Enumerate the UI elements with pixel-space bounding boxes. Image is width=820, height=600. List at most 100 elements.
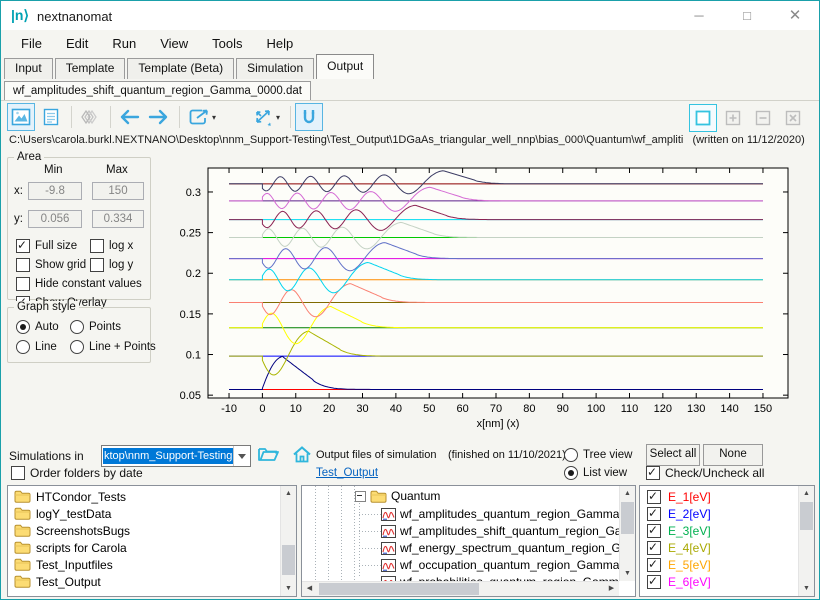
zoom-dropdown-caret[interactable]: ▾ <box>276 113 280 122</box>
simulation-folder-combobox[interactable]: ktop\nnm_Support-Testing <box>101 445 251 467</box>
tree-horizontal-scrollbar[interactable]: ◀ ▶ <box>302 581 619 596</box>
radio-line-points[interactable]: Line + Points <box>70 340 156 354</box>
select-all-button[interactable]: Select all <box>646 444 700 466</box>
folder-item-scripts-for-carola[interactable]: scripts for Carola <box>8 539 280 556</box>
list-view-radio-circle[interactable] <box>564 466 578 480</box>
scroll-right-arrow[interactable]: ▶ <box>604 582 619 596</box>
menu-item-view[interactable]: View <box>148 32 200 55</box>
overlay-new-button[interactable] <box>689 104 717 132</box>
none-button[interactable]: None <box>703 444 763 466</box>
scroll-down-arrow[interactable]: ▼ <box>799 581 814 596</box>
folder-item-logy-testdata[interactable]: logY_testData <box>8 505 280 522</box>
tab-output[interactable]: Output <box>316 54 374 79</box>
tree-file-wf-amplitudes-shift-quantum-region-gamma[interactable]: wf_amplitudes_shift_quantum_region_Gamma <box>381 523 619 539</box>
overlay-mode-button[interactable] <box>76 103 104 131</box>
radio-line[interactable]: Line <box>16 340 57 354</box>
tab-template[interactable]: Template <box>55 58 126 79</box>
previous-file-button[interactable] <box>115 103 143 131</box>
checkbox-box-log-y[interactable] <box>90 258 104 272</box>
checkbox-box-hide-constant-values[interactable] <box>16 277 30 291</box>
overlay-add-button[interactable] <box>719 104 747 132</box>
text-view-button[interactable] <box>37 103 65 131</box>
tree-view-radio[interactable]: Tree view <box>564 448 632 462</box>
scrollbar-thumb[interactable] <box>800 502 813 530</box>
checkbox-log-y[interactable]: log y <box>90 258 133 272</box>
y-max-field[interactable]: 0.334 <box>92 210 144 228</box>
legend-checkbox-e-3-ev[interactable] <box>647 524 661 538</box>
legend-item-e-6-ev[interactable]: E_6[eV] <box>640 573 798 590</box>
snap-magnet-button[interactable] <box>295 103 323 131</box>
close-button[interactable]: ✕ <box>779 5 811 27</box>
menu-item-run[interactable]: Run <box>100 32 148 55</box>
scroll-left-arrow[interactable]: ◀ <box>302 582 317 596</box>
folders-vertical-scrollbar[interactable]: ▲ ▼ <box>280 486 296 596</box>
browse-folder-button[interactable] <box>255 443 281 465</box>
legend-item-e-1-ev[interactable]: E_1[eV] <box>640 488 798 505</box>
menu-item-file[interactable]: File <box>9 32 54 55</box>
menu-item-edit[interactable]: Edit <box>54 32 100 55</box>
tree-view-radio-circle[interactable] <box>564 448 578 462</box>
tab-simulation[interactable]: Simulation <box>236 58 314 79</box>
scroll-up-arrow[interactable]: ▲ <box>799 486 814 501</box>
checkbox-log-x[interactable]: log x <box>90 239 133 253</box>
x-max-field[interactable]: 150 <box>92 182 144 200</box>
folder-item-test-output[interactable]: Test_Output <box>8 573 280 590</box>
plot-canvas[interactable]: -100102030405060708090100110120130140150… <box>151 158 817 441</box>
order-folders-checkbox[interactable]: Order folders by date <box>11 466 143 480</box>
home-folder-button[interactable] <box>289 443 315 465</box>
scroll-down-arrow[interactable]: ▼ <box>281 581 296 596</box>
tab-input[interactable]: Input <box>4 58 53 79</box>
legend-item-e-2-ev[interactable]: E_2[eV] <box>640 505 798 522</box>
radio-circle-line-points[interactable] <box>70 340 84 354</box>
scroll-up-arrow[interactable]: ▲ <box>620 486 635 501</box>
radio-circle-auto[interactable] <box>16 320 30 334</box>
list-view-radio[interactable]: List view <box>564 466 627 480</box>
scrollbar-thumb[interactable] <box>621 502 634 534</box>
tree-file-wf-amplitudes-quantum-region-gamma-000[interactable]: wf_amplitudes_quantum_region_Gamma_000 <box>381 506 619 522</box>
combobox-dropdown-arrow[interactable] <box>233 446 250 466</box>
check-uncheck-all-box[interactable] <box>646 466 660 480</box>
tree-vertical-scrollbar[interactable]: ▲ ▼ <box>619 486 635 581</box>
legend-vertical-scrollbar[interactable]: ▲ ▼ <box>798 486 814 596</box>
checkbox-full-size[interactable]: Full size <box>16 239 77 253</box>
scroll-up-arrow[interactable]: ▲ <box>281 486 296 501</box>
tree-file-wf-occupation-quantum-region-gamma-dat[interactable]: wf_occupation_quantum_region_Gamma.dat <box>381 557 619 573</box>
tree-file-wf-energy-spectrum-quantum-region-gamm[interactable]: wf_energy_spectrum_quantum_region_Gamm <box>381 540 619 556</box>
radio-points[interactable]: Points <box>70 320 121 334</box>
radio-auto[interactable]: Auto <box>16 320 59 334</box>
zoom-fit-button[interactable]: ▾ <box>248 103 284 131</box>
tree-node-quantum[interactable]: Quantum <box>355 488 440 504</box>
maximize-button[interactable]: □ <box>731 5 763 27</box>
scrollbar-thumb[interactable] <box>282 545 295 575</box>
folder-item-screenshotsbugs[interactable]: ScreenshotsBugs <box>8 522 280 539</box>
legend-checkbox-e-4-ev[interactable] <box>647 541 661 555</box>
folder-item-test-inputfiles[interactable]: Test_Inputfiles <box>8 556 280 573</box>
check-uncheck-all-checkbox[interactable]: Check/Uncheck all <box>646 466 764 480</box>
scroll-down-arrow[interactable]: ▼ <box>620 566 635 581</box>
export-button[interactable]: ▾ <box>184 103 220 131</box>
order-folders-checkbox-box[interactable] <box>11 466 25 480</box>
overlay-remove-button[interactable] <box>749 104 777 132</box>
export-dropdown-caret[interactable]: ▾ <box>212 113 216 122</box>
legend-checkbox-e-6-ev[interactable] <box>647 575 661 589</box>
legend-checkbox-e-2-ev[interactable] <box>647 507 661 521</box>
radio-circle-line[interactable] <box>16 340 30 354</box>
checkbox-box-log-x[interactable] <box>90 239 104 253</box>
tab-template-beta[interactable]: Template (Beta) <box>127 58 234 79</box>
radio-circle-points[interactable] <box>70 320 84 334</box>
checkbox-show-grid[interactable]: Show grid <box>16 258 86 272</box>
tree-file-wf-probabilities-quantum-region-gamma-0[interactable]: wf_probabilities_quantum_region_Gamma_0 <box>381 574 619 581</box>
legend-checkbox-e-1-ev[interactable] <box>647 490 661 504</box>
simulation-link[interactable]: Test_Output <box>316 467 378 479</box>
y-min-field[interactable]: 0.056 <box>28 210 82 228</box>
legend-checkbox-e-5-ev[interactable] <box>647 558 661 572</box>
checkbox-box-full-size[interactable] <box>16 239 30 253</box>
legend-item-e-5-ev[interactable]: E_5[eV] <box>640 556 798 573</box>
next-file-button[interactable] <box>145 103 173 131</box>
folder-item-htcondor-tests[interactable]: HTCondor_Tests <box>8 488 280 505</box>
graph-view-button[interactable] <box>7 103 35 131</box>
checkbox-box-show-grid[interactable] <box>16 258 30 272</box>
legend-item-e-3-ev[interactable]: E_3[eV] <box>640 522 798 539</box>
minimize-button[interactable]: ─ <box>683 5 715 27</box>
menu-item-help[interactable]: Help <box>255 32 306 55</box>
